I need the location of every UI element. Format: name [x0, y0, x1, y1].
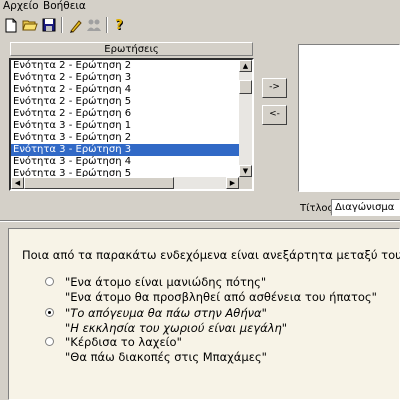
scroll-up-button[interactable]: ▲: [239, 60, 252, 72]
answer-line: "Κέρδισα το λαχείο": [65, 335, 182, 349]
test-questions-listbox[interactable]: [298, 44, 400, 192]
questions-header: Ερωτήσεις: [10, 42, 253, 56]
users-button[interactable]: [85, 16, 103, 34]
answer-line: "Ενα άτομο είναι μανιώδης πότης": [65, 275, 267, 289]
add-question-button[interactable]: ->: [262, 78, 287, 98]
vertical-scroll-thumb[interactable]: [239, 80, 252, 94]
users-icon: [87, 19, 101, 31]
edit-icon: [70, 19, 82, 33]
question-list-item[interactable]: Ενότητα 3 - Ερώτηση 3: [11, 144, 239, 156]
answer-line: "Η εκκλησία του χωριού είναι μεγάλη": [65, 321, 288, 335]
toolbar: ?: [0, 14, 400, 36]
radio-button[interactable]: [45, 277, 54, 286]
question-list-item[interactable]: Ενότητα 3 - Ερώτηση 2: [11, 132, 239, 144]
section-divider: [0, 220, 400, 222]
question-list-item[interactable]: Ενότητα 3 - Ερώτηση 1: [11, 120, 239, 132]
answer-line: "Το απόγευμα θα πάω στην Αθήνα": [65, 306, 267, 320]
remove-question-button[interactable]: <-: [262, 105, 287, 125]
help-icon: ?: [115, 17, 123, 33]
scroll-down-button[interactable]: ▼: [239, 165, 252, 177]
question-list-item[interactable]: Ενότητα 2 - Ερώτηση 3: [11, 72, 239, 84]
questions-list: Ενότητα 2 - Ερώτηση 2 Ενότητα 2 - Ερώτηση…: [11, 60, 239, 177]
question-list-item[interactable]: Ενότητα 2 - Ερώτηση 4: [11, 84, 239, 96]
new-button[interactable]: [2, 16, 20, 34]
new-icon: [5, 18, 17, 32]
question-panel: Ποια από τα παρακάτω ενδεχόμενα είναι αν…: [8, 228, 400, 400]
answer-option[interactable]: "Το απόγευμα θα πάω στην Αθήνα" "Η εκκλη…: [45, 306, 287, 336]
save-icon: [42, 18, 56, 32]
radio-button[interactable]: [45, 337, 54, 346]
toolbar-separator: [106, 17, 108, 33]
question-list-item[interactable]: Ενότητα 3 - Ερώτηση 4: [11, 156, 239, 168]
open-button[interactable]: [21, 16, 39, 34]
menu-bar: Αρχείο Βοήθεια: [0, 0, 400, 14]
questions-listbox[interactable]: Ενότητα 2 - Ερώτηση 2 Ενότητα 2 - Ερώτηση…: [9, 58, 254, 191]
open-icon: [22, 20, 38, 31]
edit-button[interactable]: [66, 16, 84, 34]
question-list-item[interactable]: Ενότητα 2 - Ερώτηση 2: [11, 60, 239, 72]
menu-help[interactable]: Βοήθεια: [41, 0, 88, 14]
question-list-item[interactable]: Ενότητα 3 - Ερώτηση 5: [11, 168, 239, 177]
scroll-right-button[interactable]: ▶: [226, 177, 239, 189]
vertical-scrollbar[interactable]: ▲ ▼: [239, 60, 252, 177]
answer-option[interactable]: "Κέρδισα το λαχείο" "Θα πάω διακοπές στι…: [45, 335, 267, 365]
radio-button-selected[interactable]: [45, 308, 54, 317]
help-button[interactable]: ?: [110, 16, 128, 34]
answer-line: "Θα πάω διακοπές στις Μπαχάμες": [65, 350, 267, 364]
save-button[interactable]: [40, 16, 58, 34]
answer-line: "Ενα άτομο θα προσβληθεί από ασθένεια το…: [65, 290, 377, 304]
title-input[interactable]: Διαγώνισμα: [331, 199, 400, 216]
toolbar-separator: [61, 17, 63, 33]
scroll-left-button[interactable]: ◀: [11, 177, 24, 189]
horizontal-scrollbar[interactable]: ◀ ▶: [11, 177, 239, 189]
horizontal-scroll-thumb[interactable]: [24, 177, 174, 189]
question-list-item[interactable]: Ενότητα 2 - Ερώτηση 6: [11, 108, 239, 120]
question-list-item[interactable]: Ενότητα 2 - Ερώτηση 5: [11, 96, 239, 108]
answer-option[interactable]: "Ενα άτομο είναι μανιώδης πότης" "Ενα άτ…: [45, 275, 377, 305]
question-text: Ποια από τα παρακάτω ενδεχόμενα είναι αν…: [22, 248, 400, 262]
scrollbar-corner: [239, 177, 252, 189]
menu-file[interactable]: Αρχείο: [1, 0, 41, 14]
